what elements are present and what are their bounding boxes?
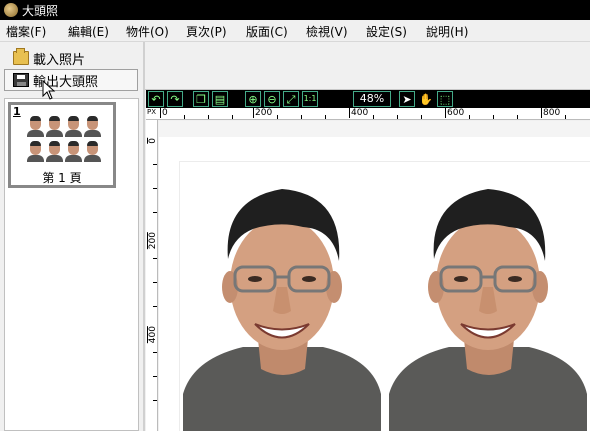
thumbnail-photo [65, 140, 82, 162]
ruler-label: 600 [445, 108, 465, 118]
zoom-out-icon[interactable]: ⊖ [264, 91, 280, 107]
thumbnail-photo [65, 115, 82, 137]
redo-icon[interactable]: ↷ [167, 91, 183, 107]
ruler-label: 0 [147, 138, 158, 144]
menu-layout[interactable]: 版面(C) [244, 23, 290, 40]
app-icon [4, 3, 18, 17]
headshot-photo[interactable] [183, 169, 381, 431]
folder-open-icon [13, 48, 29, 65]
title-bar: 大頭照 [0, 0, 590, 20]
load-photo-label: 載入照片 [33, 52, 86, 68]
top-empty-area [145, 42, 590, 90]
menu-help[interactable]: 說明(H) [424, 23, 470, 40]
select-arrow-icon[interactable]: ➤ [399, 91, 415, 107]
canvas-toolbar: ↶ ↷ ❐ ▤ ⊕ ⊖ ⤢ 1:1 48% ➤ ✋ ⬚ [146, 90, 590, 108]
menu-settings[interactable]: 設定(S) [364, 23, 409, 40]
ruler-label: 400 [147, 326, 158, 344]
ruler-label: 200 [253, 108, 273, 118]
ruler-unit: PX [147, 108, 157, 116]
select-area-icon[interactable]: ⬚ [437, 91, 453, 107]
menu-edit[interactable]: 編輯(E) [66, 23, 111, 40]
ruler-label: 400 [349, 108, 369, 118]
actual-size-icon[interactable]: 1:1 [302, 91, 318, 107]
thumbnail-photo [46, 140, 63, 162]
left-panel: 載入照片 輸出大頭照 1 第 1 頁 [0, 42, 143, 431]
pages-list[interactable]: 1 第 1 頁 [4, 98, 139, 431]
vertical-ruler: 0 200 400 [146, 120, 158, 431]
menu-view[interactable]: 檢視(V) [304, 23, 350, 40]
pan-hand-icon[interactable]: ✋ [418, 91, 434, 107]
thumbnail-photo [84, 115, 101, 137]
zoom-in-icon[interactable]: ⊕ [245, 91, 261, 107]
menu-bar: 檔案(F) 編輯(E) 物件(O) 頁次(P) 版面(C) 檢視(V) 設定(S… [0, 20, 590, 42]
mouse-pointer-icon [42, 80, 56, 100]
paste-icon[interactable]: ▤ [212, 91, 228, 107]
ruler-label: 800 [541, 108, 561, 118]
page-number: 1 [13, 105, 21, 118]
zoom-level-display[interactable]: 48% [353, 91, 391, 107]
undo-icon[interactable]: ↶ [148, 91, 164, 107]
copy-icon[interactable]: ❐ [193, 91, 209, 107]
menu-page[interactable]: 頁次(P) [184, 23, 229, 40]
thumbnail-photo [46, 115, 63, 137]
floppy-disk-icon [13, 73, 29, 87]
panel-splitter[interactable] [143, 42, 145, 431]
menu-object[interactable]: 物件(O) [124, 23, 171, 40]
layout-canvas[interactable] [159, 121, 590, 431]
export-photo-button[interactable]: 輸出大頭照 [4, 69, 138, 91]
headshot-photo[interactable] [389, 169, 587, 431]
thumbnail-photo [27, 140, 44, 162]
window-title: 大頭照 [22, 4, 59, 18]
horizontal-ruler: PX 0 200 400 600 800 [146, 108, 590, 120]
thumbnail-photo-grid [27, 115, 103, 163]
thumbnail-photo [27, 115, 44, 137]
fit-page-icon[interactable]: ⤢ [283, 91, 299, 107]
page-thumbnail[interactable]: 1 第 1 頁 [8, 102, 116, 188]
load-photo-button[interactable]: 載入照片 [4, 47, 138, 69]
ruler-label: 0 [160, 108, 168, 118]
page-label: 第 1 頁 [42, 171, 82, 185]
menu-file[interactable]: 檔案(F) [4, 23, 48, 40]
thumbnail-photo [84, 140, 101, 162]
canvas-margin [159, 121, 590, 137]
ruler-label: 200 [147, 232, 158, 250]
